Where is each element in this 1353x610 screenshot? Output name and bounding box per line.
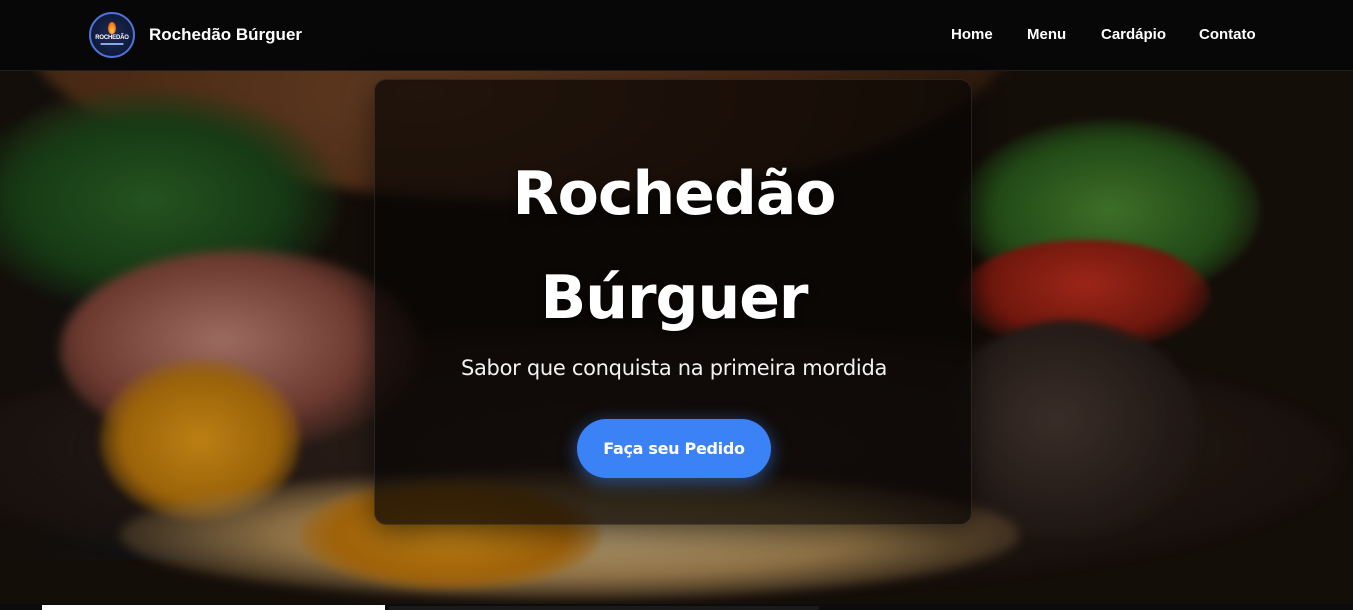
nav-link-contato[interactable]: Contato	[1199, 25, 1256, 45]
nav-link-cardapio[interactable]: Cardápio	[1101, 25, 1166, 45]
brand-name[interactable]: Rochedão Búrguer	[149, 24, 302, 46]
hero-subtitle: Sabor que conquista na primeira mordida	[460, 356, 888, 380]
nav-link-menu[interactable]: Menu	[1027, 25, 1066, 45]
logo-underline	[100, 43, 124, 45]
order-button[interactable]: Faça seu Pedido	[577, 419, 771, 478]
hero-card: Rochedão Búrguer Sabor que conquista na …	[374, 79, 972, 525]
logo-text: ROCHEDÃO	[95, 35, 129, 41]
page: ROCHEDÃO Rochedão Búrguer Home Menu Card…	[0, 0, 1353, 610]
logo[interactable]: ROCHEDÃO	[89, 12, 135, 58]
nav-link-home[interactable]: Home	[951, 25, 993, 45]
bottom-card-edge	[42, 605, 385, 610]
flame-logo-icon	[108, 22, 116, 34]
hero-title: Rochedão Búrguer	[512, 159, 836, 333]
navbar: ROCHEDÃO Rochedão Búrguer Home Menu Card…	[0, 0, 1353, 71]
bottom-card-edge-2	[389, 606, 819, 610]
